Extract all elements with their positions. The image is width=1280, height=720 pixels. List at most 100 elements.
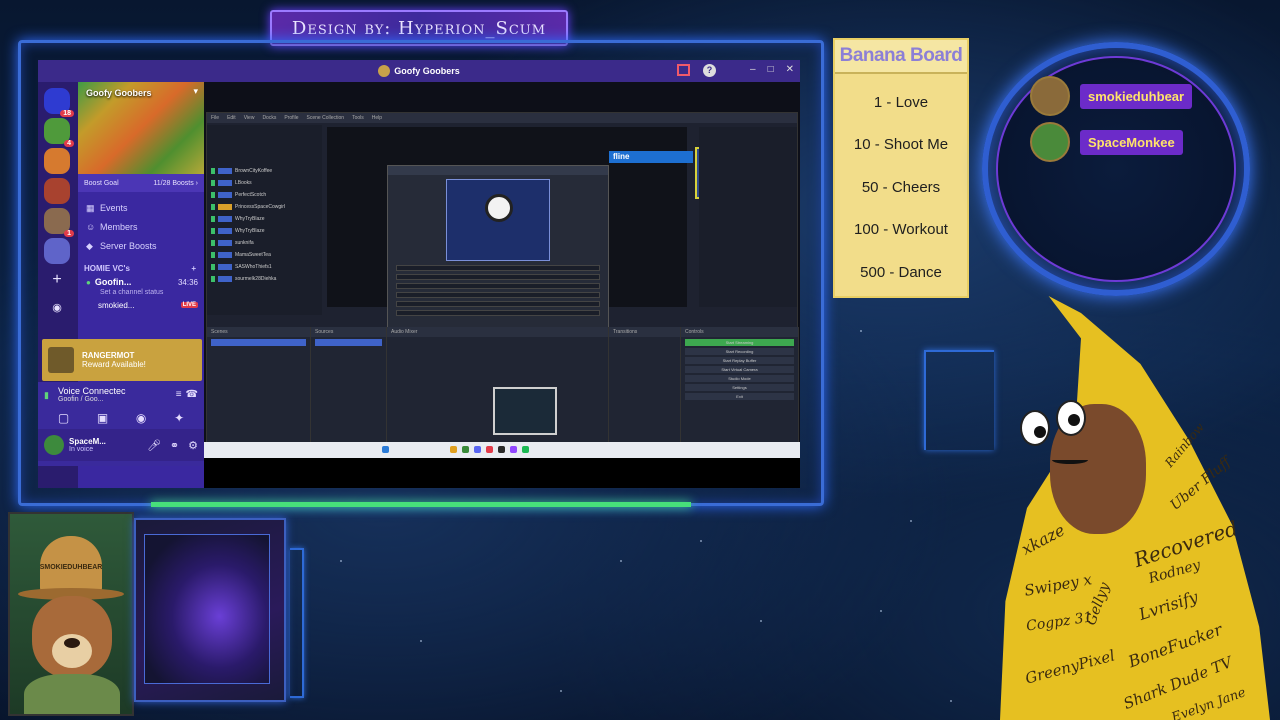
obs-menu-item[interactable]: Tools	[352, 115, 364, 121]
server-avatar-icon	[378, 65, 391, 77]
banana-board-panel: Banana Board 1 - Love 10 - Shoot Me 50 -…	[833, 38, 969, 298]
dialog-field[interactable]	[396, 283, 600, 289]
taskbar-app-icon[interactable]	[510, 446, 517, 453]
boost-goal-bar[interactable]: Boost Goal 11/28 Boosts ›	[78, 174, 204, 192]
dialog-field[interactable]	[396, 310, 600, 316]
source-item[interactable]	[315, 339, 382, 346]
microphone-icon[interactable]: 🎤︎	[147, 439, 161, 452]
dna-helix-image	[144, 534, 270, 684]
notification-badge: 4	[64, 140, 74, 147]
obs-menu-item[interactable]: Help	[372, 115, 382, 121]
replay-buffer-button[interactable]: Start Replay Buffer	[685, 357, 794, 364]
minimize-button[interactable]: –	[750, 64, 756, 75]
channel-label: Events	[100, 202, 128, 213]
channel-server-boosts[interactable]: ◆ Server Boosts	[78, 236, 204, 255]
inbox-icon[interactable]	[677, 64, 690, 76]
dialog-field[interactable]	[396, 301, 600, 307]
start-recording-button[interactable]: Start Recording	[685, 348, 794, 355]
start-streaming-button[interactable]: Start Streaming	[685, 339, 794, 346]
obs-menu-item[interactable]: View	[244, 115, 255, 121]
reward-notification[interactable]: RANGERMOT Reward Available!	[42, 339, 202, 381]
voice-connected-subtitle[interactable]: Goofin / Goo...	[58, 396, 126, 403]
taskbar-app-icon[interactable]	[474, 446, 481, 453]
dialog-header	[388, 166, 608, 175]
server-icon[interactable]: 1	[44, 208, 74, 237]
effects-icon[interactable]: ✦	[174, 411, 184, 425]
exit-button[interactable]: Exit	[685, 393, 794, 400]
dialog-field[interactable]	[396, 292, 600, 298]
chevron-down-icon[interactable]: ▾	[193, 86, 198, 97]
voice-channel-status[interactable]: Set a channel status	[78, 289, 204, 299]
window-titlebar: Goofy Goobers ? – □ ✕	[38, 60, 800, 82]
chat-username: smokieduhbear	[1080, 83, 1193, 109]
activity-icon[interactable]: ◉	[136, 411, 146, 425]
discover-icon[interactable]: ◉	[48, 300, 66, 318]
obs-activity-feed: BrownCityKoffee LBooks PerfectScotch Pri…	[207, 125, 322, 315]
bear-body	[24, 674, 120, 714]
start-icon[interactable]	[382, 446, 389, 453]
obs-menu-item[interactable]: File	[211, 115, 219, 121]
scene-item[interactable]	[211, 339, 306, 346]
reward-subtitle: Reward Available!	[82, 360, 146, 369]
obs-menu-item[interactable]: Profile	[284, 115, 298, 121]
avatar[interactable]	[44, 435, 64, 455]
channel-members[interactable]: ☺ Members	[78, 217, 204, 236]
help-icon[interactable]: ?	[703, 64, 716, 77]
settings-button[interactable]: Settings	[685, 384, 794, 391]
voice-actions: ▢ ▣ ◉ ✦	[38, 407, 204, 429]
dock-title: Audio Mixer	[387, 327, 608, 337]
list-item: 500 - Dance	[860, 263, 942, 281]
channel-events[interactable]: ▦ Events	[78, 198, 204, 217]
dna-helix-panel	[134, 518, 286, 702]
mustache	[1052, 456, 1088, 464]
headphones-icon[interactable]: ⚭	[170, 439, 179, 452]
taskbar-app-icon[interactable]	[498, 446, 505, 453]
server-header-banner[interactable]: Goofy Goobers ▾	[78, 82, 204, 174]
small-preview-window	[493, 387, 557, 435]
avatar	[1030, 76, 1070, 116]
taskbar-app-icon[interactable]	[486, 446, 493, 453]
gear-icon[interactable]: ⚙	[188, 439, 198, 452]
members-icon: ☺	[86, 222, 96, 232]
controls-dock: Controls Start Streaming Start Recording…	[681, 327, 799, 443]
taskbar-app-icon[interactable]	[450, 446, 457, 453]
obs-menu-item[interactable]: Docks	[262, 115, 276, 121]
voice-channel-item[interactable]: ● Goofin... 34:36	[78, 275, 204, 289]
neon-line-decoration	[290, 548, 304, 698]
disconnect-icon[interactable]: ☎	[186, 389, 198, 400]
banana-board-title: Banana Board	[835, 40, 967, 74]
server-icon-dm[interactable]: 18	[44, 88, 74, 117]
voice-channel-name: Goofin...	[94, 277, 132, 287]
add-server-icon[interactable]: +	[48, 272, 66, 290]
add-channel-icon[interactable]: +	[191, 264, 196, 273]
camera-off-icon[interactable]: ▢	[58, 411, 69, 425]
taskbar-app-icon[interactable]	[522, 446, 529, 453]
server-icon[interactable]: 4	[44, 118, 74, 147]
window-title-text: Goofy Goobers	[394, 66, 460, 76]
dialog-field[interactable]	[396, 274, 600, 280]
obs-menubar: File Edit View Docks Profile Scene Colle…	[207, 113, 797, 123]
soundboard-icon[interactable]: ≡	[176, 389, 182, 400]
voice-category[interactable]: HOMIE VC's +	[78, 261, 204, 275]
discord-window: Goofy Goobers ? – □ ✕ 18 4 1 + ◉ Goofy G…	[38, 60, 800, 488]
frame-glow-bar	[151, 502, 691, 507]
taskbar-app-icon[interactable]	[462, 446, 469, 453]
maximize-button[interactable]: □	[768, 64, 774, 75]
live-badge: LIVE	[180, 302, 198, 308]
neon-line-decoration	[924, 350, 994, 450]
voice-user-name: smokied...	[98, 300, 135, 310]
close-button[interactable]: ✕	[786, 64, 794, 75]
obs-chat-dock	[699, 127, 797, 307]
chat-entry: SpaceMonkee	[1030, 122, 1183, 162]
server-icon[interactable]	[44, 148, 70, 174]
obs-menu-item[interactable]: Edit	[227, 115, 236, 121]
virtual-camera-button[interactable]: Start Virtual Camera	[685, 366, 794, 373]
studio-mode-button[interactable]: Studio Mode	[685, 375, 794, 382]
design-credit-text: Design by: Hyperion_Scum	[291, 17, 547, 39]
server-icon[interactable]	[44, 178, 70, 204]
dialog-field[interactable]	[396, 265, 600, 271]
screenshare-icon[interactable]: ▣	[97, 411, 108, 425]
obs-menu-item[interactable]: Scene Collection	[307, 115, 345, 121]
voice-user-row[interactable]: smokied... LIVE	[78, 299, 204, 311]
server-icon[interactable]	[44, 238, 70, 264]
